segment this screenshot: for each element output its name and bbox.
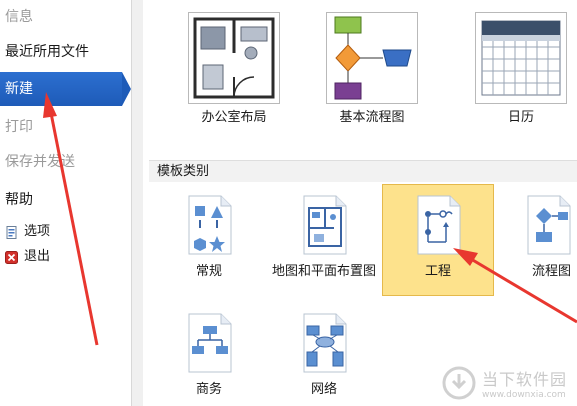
basic-flowchart-thumbnail xyxy=(326,12,418,104)
category-network[interactable]: 网络 xyxy=(268,306,380,406)
category-engineering[interactable]: 工程 xyxy=(382,184,494,296)
network-icon xyxy=(303,313,347,373)
exit-icon xyxy=(5,250,18,264)
options-icon xyxy=(5,225,18,239)
category-network-label: 网络 xyxy=(310,382,337,397)
nav-recent-files[interactable]: 最近所用文件 xyxy=(0,42,131,62)
nav-options[interactable]: 选项 xyxy=(5,223,50,241)
category-general-label: 常规 xyxy=(195,264,222,279)
map-floorplan-icon xyxy=(303,195,347,255)
template-basic-flowchart-label: 基本流程图 xyxy=(339,110,405,125)
template-basic-flowchart[interactable]: 基本流程图 xyxy=(316,12,428,126)
nav-help[interactable]: 帮助 xyxy=(0,190,131,210)
template-office-layout-label: 办公室布局 xyxy=(201,110,267,125)
business-icon xyxy=(188,313,232,373)
watermark-logo-icon xyxy=(442,366,476,400)
nav-selected-pointer xyxy=(122,72,131,106)
category-flowchart-label: 流程图 xyxy=(532,264,572,279)
template-office-layout[interactable]: 办公室布局 xyxy=(178,12,290,126)
watermark: 当下软件园 www.downxia.com xyxy=(442,366,567,400)
nav-new[interactable]: 新建 xyxy=(0,72,122,106)
category-maps-floor-plans-label: 地图和平面布置图 xyxy=(271,264,376,279)
nav-exit-label: 退出 xyxy=(24,249,51,264)
template-calendar-label: 日历 xyxy=(507,110,534,125)
template-categories-heading: 模板类别 xyxy=(149,160,577,182)
calendar-thumbnail xyxy=(475,12,567,104)
pane-divider xyxy=(131,0,143,406)
office-layout-thumbnail xyxy=(188,12,280,104)
engineering-icon xyxy=(417,195,461,255)
category-business-label: 商务 xyxy=(195,382,222,397)
nav-info[interactable]: 信息 xyxy=(0,7,131,27)
flowchart-icon xyxy=(527,195,571,255)
backstage-nav: 信息 最近所用文件 新建 打印 保存并发送 帮助 选项 退出 xyxy=(0,0,131,406)
nav-exit[interactable]: 退出 xyxy=(5,248,50,266)
category-business[interactable]: 商务 xyxy=(153,306,265,406)
general-icon xyxy=(188,195,232,255)
template-calendar[interactable]: 日历 xyxy=(465,12,577,126)
category-general[interactable]: 常规 xyxy=(153,186,265,296)
nav-options-label: 选项 xyxy=(24,224,51,239)
category-engineering-label: 工程 xyxy=(424,264,451,279)
nav-print[interactable]: 打印 xyxy=(0,117,131,137)
category-maps-floor-plans[interactable]: 地图和平面布置图 xyxy=(268,186,380,296)
watermark-url: www.downxia.com xyxy=(481,390,566,400)
nav-save-send[interactable]: 保存并发送 xyxy=(0,152,131,172)
watermark-site-name: 当下软件园 xyxy=(481,370,567,389)
category-flowchart[interactable]: 流程图 xyxy=(500,186,577,296)
